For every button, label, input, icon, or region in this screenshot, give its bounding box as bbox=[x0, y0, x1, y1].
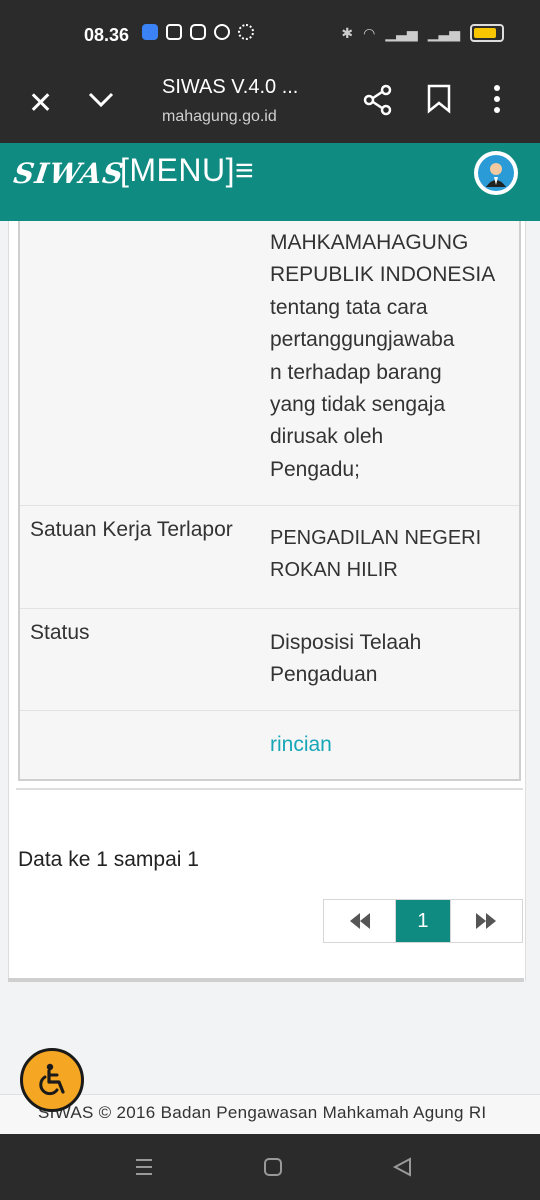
home-icon[interactable] bbox=[263, 1156, 283, 1183]
share-icon[interactable] bbox=[362, 84, 394, 121]
recent-apps-icon[interactable] bbox=[134, 1156, 154, 1183]
status-bar: 08.36 ✱ ◠ ▁▃▅ ▁▃▅ bbox=[0, 0, 540, 70]
accessibility-icon[interactable] bbox=[20, 1048, 84, 1112]
user-avatar[interactable] bbox=[474, 151, 518, 195]
siwas-logo[interactable]: SIWAS bbox=[12, 157, 127, 190]
battery-icon bbox=[470, 24, 504, 42]
system-indicators: ✱ ◠ ▁▃▅ ▁▃▅ bbox=[341, 24, 504, 42]
bluetooth-icon: ✱ bbox=[341, 24, 354, 41]
more-vertical-icon[interactable] bbox=[492, 84, 502, 119]
row-label: Status bbox=[30, 621, 90, 644]
app-notification-icon bbox=[142, 24, 158, 40]
chevron-down-icon[interactable] bbox=[86, 84, 116, 119]
wifi-icon: ◠ bbox=[363, 24, 376, 41]
double-chevron-right-icon[interactable] bbox=[449, 900, 522, 942]
page-button-current[interactable]: 1 bbox=[396, 900, 450, 942]
value-line: PENGADILAN NEGERI bbox=[270, 527, 482, 549]
value-line: yang tidak sengaja bbox=[270, 393, 446, 417]
footer-text: SIWAS © 2016 Badan Pengawasan Mahkamah A… bbox=[38, 1103, 487, 1122]
table-row: Status Disposisi Telaah Pengaduan bbox=[20, 609, 519, 711]
row-value: PENGADILAN NEGERI ROKAN HILIR bbox=[270, 522, 481, 587]
pagination-info: Data ke 1 sampai 1 bbox=[18, 848, 199, 871]
bookmark-icon[interactable] bbox=[426, 84, 452, 119]
notification-icons bbox=[142, 24, 254, 40]
value-line: Disposisi Telaah bbox=[270, 631, 422, 654]
double-chevron-left-icon[interactable] bbox=[324, 900, 397, 942]
value-line: pertanggungjawaba bbox=[270, 328, 455, 352]
footer: SIWAS © 2016 Badan Pengawasan Mahkamah A… bbox=[0, 1094, 540, 1135]
row-label: Satuan Kerja Terlapor bbox=[30, 518, 233, 541]
table-row: rincian bbox=[20, 711, 519, 779]
system-navbar bbox=[0, 1134, 540, 1200]
value-line: n terhadap barang bbox=[270, 360, 442, 384]
close-icon[interactable]: ✕ bbox=[28, 86, 53, 121]
back-icon[interactable] bbox=[392, 1156, 412, 1183]
table-row: Satuan Kerja Terlapor PENGADILAN NEGERI … bbox=[20, 506, 519, 609]
browser-toolbar: ✕ SIWAS V.4.0 ... mahagung.go.id bbox=[0, 70, 540, 143]
pagination: 1 bbox=[323, 899, 523, 943]
menu-button[interactable]: [MENU]≡ bbox=[120, 152, 254, 189]
avatar-image bbox=[478, 155, 514, 191]
flower-icon bbox=[238, 24, 254, 40]
value-line: ROKAN HILIR bbox=[270, 559, 398, 582]
value-line: Pengaduan bbox=[270, 663, 378, 687]
signal-icon-2: ▁▃▅ bbox=[427, 24, 460, 41]
location-icon bbox=[214, 24, 230, 40]
signal-icon: ▁▃▅ bbox=[385, 24, 418, 41]
app-header: SIWAS [MENU]≡ bbox=[0, 143, 540, 221]
value-line: dirusak oleh bbox=[270, 425, 384, 449]
status-time: 08.36 bbox=[84, 25, 130, 45]
table-row: MAHKAMAHAGUNG REPUBLIK INDONESIA tentang… bbox=[20, 221, 519, 506]
page-url[interactable]: mahagung.go.id bbox=[162, 108, 277, 126]
row-value: MAHKAMAHAGUNG REPUBLIK INDONESIA tentang… bbox=[270, 227, 495, 486]
value-line: tentang tata cara bbox=[270, 295, 428, 319]
page-title: SIWAS V.4.0 ... bbox=[162, 76, 299, 98]
row-value: Disposisi Telaah Pengaduan bbox=[270, 627, 421, 692]
instagram-icon bbox=[190, 24, 206, 40]
detail-link[interactable]: rincian bbox=[270, 729, 332, 761]
table-divider bbox=[16, 788, 523, 790]
value-line: MAHKAMAHAGUNG bbox=[270, 231, 469, 254]
card-shadow bbox=[8, 978, 524, 982]
value-line: REPUBLIK INDONESIA bbox=[270, 263, 496, 287]
detail-table: MAHKAMAHAGUNG REPUBLIK INDONESIA tentang… bbox=[18, 221, 521, 781]
calendar-icon bbox=[166, 24, 182, 40]
value-line: Pengadu; bbox=[270, 457, 360, 481]
